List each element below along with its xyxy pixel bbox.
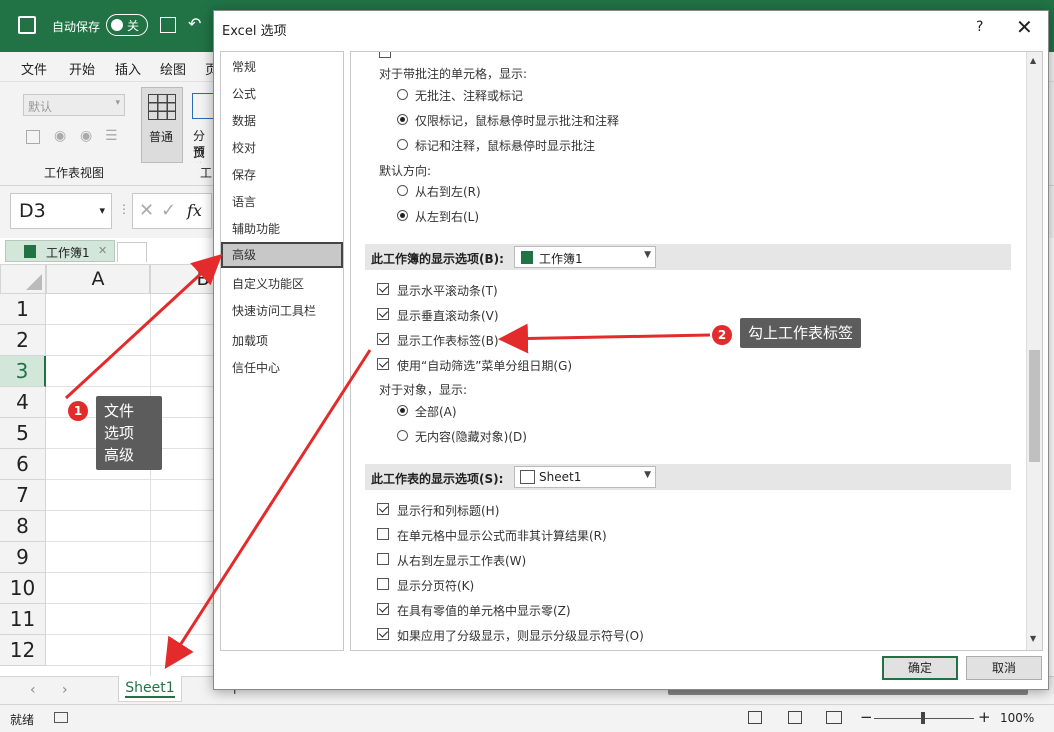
- step-badge-2: 2: [712, 325, 732, 345]
- callout-step-1-line: 高级: [104, 446, 135, 464]
- arrow-to-show-sheet-tabs: [498, 323, 711, 354]
- callout-step-2: 勾上工作表标签: [740, 318, 862, 348]
- callout-step-1: 文件 选项 高级: [96, 396, 162, 470]
- callout-step-1-line: 选项: [104, 424, 135, 442]
- arrow-to-advanced: [64, 253, 223, 400]
- annotation-arrows: [64, 253, 711, 670]
- arrow-to-sheet-tab: [164, 349, 372, 670]
- step-badge-1: 1: [68, 401, 88, 421]
- callout-step-1-line: 文件: [104, 402, 135, 420]
